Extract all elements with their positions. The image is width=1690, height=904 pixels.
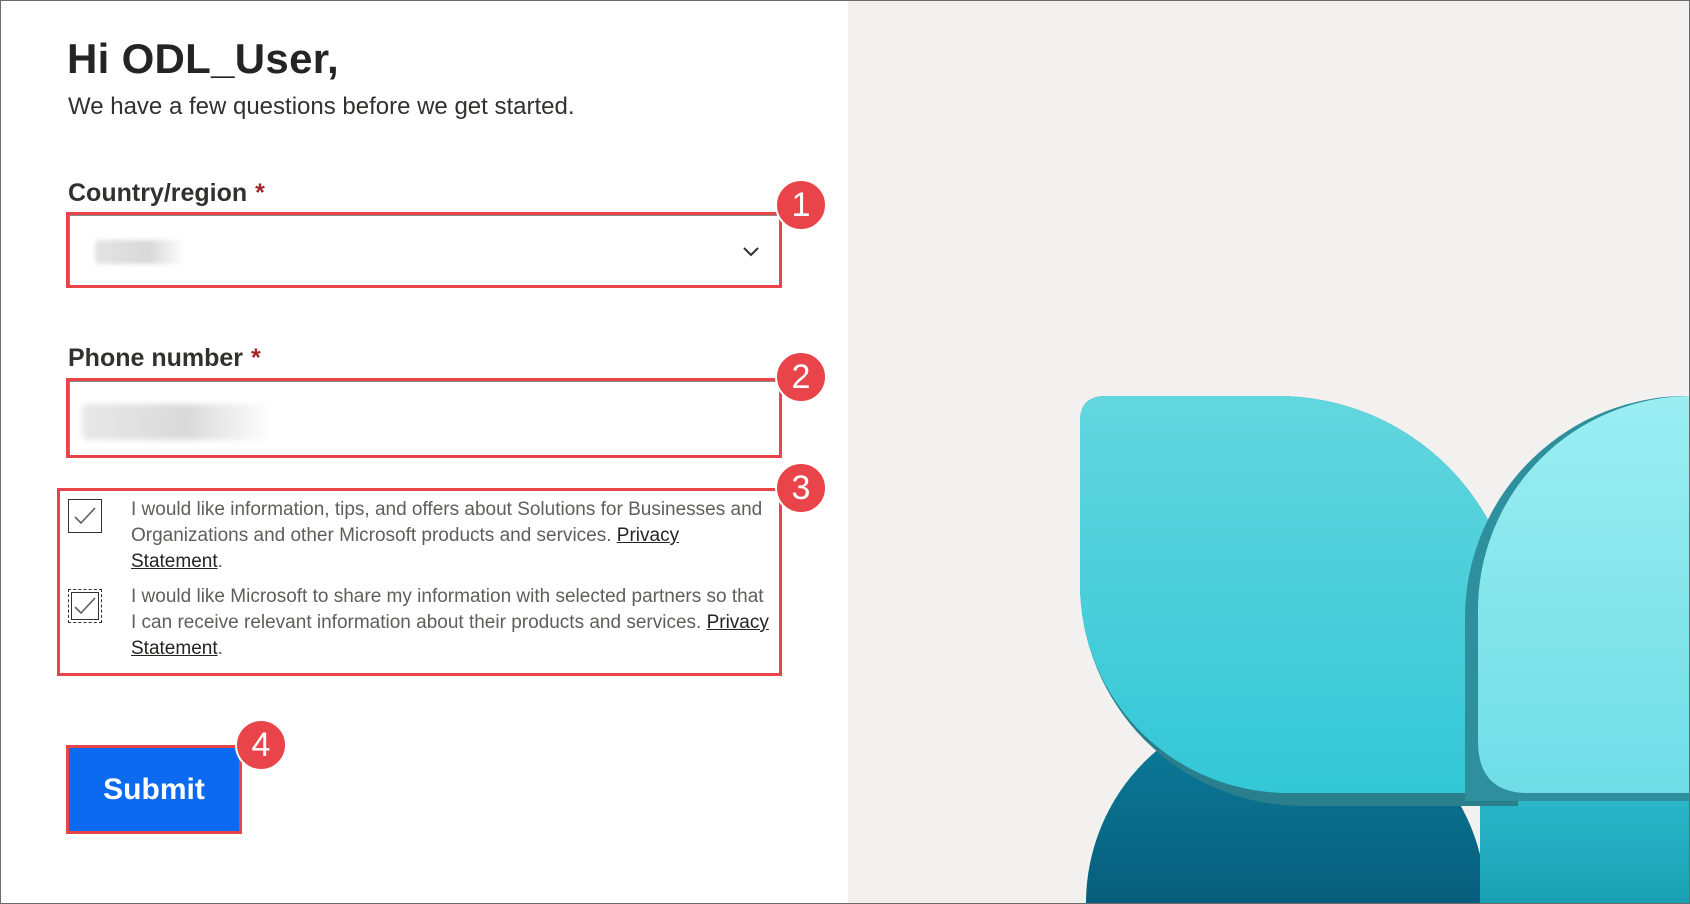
- brand-illustration: [1080, 396, 1689, 903]
- decorative-panel: [848, 1, 1689, 903]
- annotation-highlight-2: [66, 378, 782, 458]
- page-subtitle: We have a few questions before we get st…: [68, 93, 575, 120]
- step-badge-3: 3: [775, 462, 827, 514]
- step-badge-1: 1: [775, 179, 827, 231]
- phone-label-text: Phone number: [68, 344, 244, 372]
- country-label: Country/region *: [68, 179, 265, 208]
- step-badge-4: 4: [235, 719, 287, 771]
- form-panel: Hi ODL_User, We have a few questions bef…: [1, 1, 848, 903]
- required-marker: *: [255, 179, 265, 207]
- annotation-highlight-3: [57, 488, 782, 676]
- window: Hi ODL_User, We have a few questions bef…: [0, 0, 1690, 904]
- phone-label: Phone number *: [68, 344, 261, 373]
- page-title: Hi ODL_User,: [67, 35, 340, 82]
- annotation-highlight-1: [66, 212, 782, 288]
- country-label-text: Country/region: [68, 179, 248, 207]
- required-marker: *: [251, 344, 261, 372]
- annotation-highlight-4: [66, 745, 242, 834]
- step-badge-2: 2: [775, 351, 827, 403]
